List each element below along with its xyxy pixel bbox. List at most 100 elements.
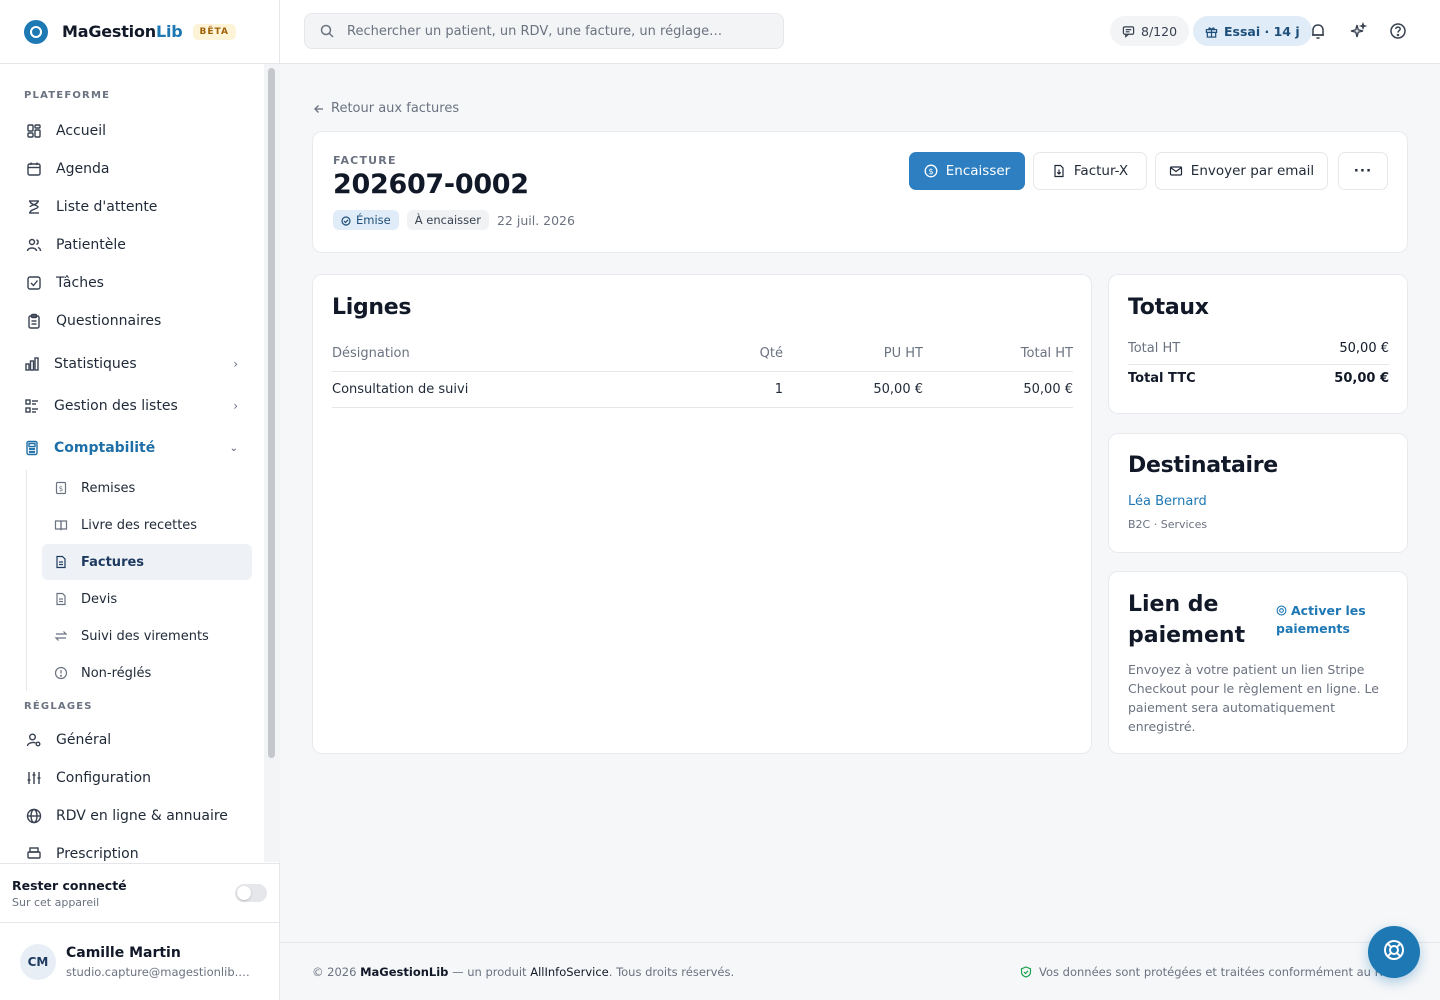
sidebar-item-configuration[interactable]: Configuration xyxy=(0,759,264,797)
quota-badge[interactable]: 8/120 xyxy=(1110,16,1190,46)
sidebar-item-agenda[interactable]: Agenda xyxy=(0,150,264,188)
col-unit-price: PU HT xyxy=(783,343,923,372)
alert-circle-icon xyxy=(54,666,68,680)
subitem-label: Suivi des virements xyxy=(81,628,209,644)
sidebar-item-accueil[interactable]: Accueil xyxy=(0,112,264,150)
sidebar-item-online-booking[interactable]: RDV en ligne & annuaire xyxy=(0,797,264,835)
invoice-header-card: FACTURE 202607-0002 Émise À encaisser 22… xyxy=(312,131,1408,253)
subitem-label: Remises xyxy=(81,480,136,496)
mail-icon xyxy=(1169,164,1183,178)
payment-link-card: Lien de paiement Activer les paiements E… xyxy=(1108,571,1408,754)
sidebar-item-accounting[interactable]: Comptabilité ⌄ xyxy=(0,429,264,467)
recipient-card: Destinataire Léa Bernard B2C · Services xyxy=(1108,433,1408,553)
sidebar-item-statistics[interactable]: Statistiques › xyxy=(0,345,264,383)
back-label: Retour aux factures xyxy=(331,101,460,116)
cell-total: 50,00 € xyxy=(923,371,1073,408)
transfer-icon xyxy=(54,629,68,643)
globe-icon xyxy=(26,808,42,824)
subitem-label: Devis xyxy=(81,591,118,607)
sidebar-item-label: RDV en ligne & annuaire xyxy=(56,808,228,824)
print-icon xyxy=(26,846,42,862)
more-actions-button[interactable]: ··· xyxy=(1338,152,1388,190)
table-row[interactable]: Consultation de suivi 1 50,00 € 50,00 € xyxy=(332,371,1073,408)
file-icon xyxy=(54,592,68,606)
invoice-label: FACTURE xyxy=(333,154,397,167)
sparkles-icon[interactable] xyxy=(1349,21,1368,40)
brand[interactable]: MaGestionLib BÊTA xyxy=(0,0,279,64)
col-total: Total HT xyxy=(923,343,1073,372)
status-badge: Émise xyxy=(333,210,399,230)
collect-button[interactable]: $ Encaisser xyxy=(909,152,1025,190)
invoice-number: 202607-0002 xyxy=(333,169,529,200)
calculator-icon xyxy=(24,440,40,456)
sidebar-item-label: Accueil xyxy=(56,123,106,139)
activate-payments-link[interactable]: Activer les paiements xyxy=(1276,602,1386,638)
send-email-button[interactable]: Envoyer par email xyxy=(1155,152,1328,190)
search-input[interactable] xyxy=(347,23,767,39)
sidebar-item-label: Comptabilité xyxy=(54,440,156,456)
book-icon xyxy=(54,518,68,532)
user-profile[interactable]: CM Camille Martin studio.capture@magesti… xyxy=(0,924,280,1000)
user-name: Camille Martin xyxy=(66,945,181,961)
col-qty: Qté xyxy=(712,343,783,372)
receipt-icon: $ xyxy=(54,481,68,495)
sidebar-item-tasks[interactable]: Tâches xyxy=(0,264,264,302)
cell-unit-price: 50,00 € xyxy=(783,371,923,408)
dollar-circle-icon: $ xyxy=(924,164,938,178)
sidebar-item-label: Prescription xyxy=(56,846,139,862)
sidebar-item-waitlist[interactable]: Liste d'attente xyxy=(0,188,264,226)
trial-badge[interactable]: Essai · 14 j xyxy=(1193,16,1312,46)
sidebar-scrollbar[interactable] xyxy=(264,64,280,862)
stay-connected: Rester connecté Sur cet appareil xyxy=(0,863,280,923)
avatar: CM xyxy=(20,944,56,980)
file-icon xyxy=(54,555,68,569)
support-button[interactable] xyxy=(1368,926,1420,978)
scrollbar-thumb[interactable] xyxy=(268,68,275,758)
cell-designation: Consultation de suivi xyxy=(332,371,712,408)
main-content: Retour aux factures FACTURE 202607-0002 … xyxy=(280,64,1440,942)
sidebar-item-label: Patientèle xyxy=(56,237,126,253)
search-bar[interactable] xyxy=(304,13,784,49)
table-header-row: Désignation Qté PU HT Total HT xyxy=(332,343,1073,372)
sidebar-item-patients[interactable]: Patientèle xyxy=(0,226,264,264)
sidebar-subitem-livre[interactable]: Livre des recettes xyxy=(42,507,252,543)
back-link[interactable]: Retour aux factures xyxy=(313,101,459,116)
bell-icon[interactable] xyxy=(1309,22,1327,40)
facturx-button[interactable]: Factur-X xyxy=(1033,152,1147,190)
gift-icon xyxy=(1205,25,1218,38)
sidebar-subitem-remises[interactable]: $ Remises xyxy=(42,470,252,506)
search-icon xyxy=(319,23,335,39)
sidebar-subitem-devis[interactable]: Devis xyxy=(42,581,252,617)
stay-connected-toggle[interactable] xyxy=(235,884,267,902)
check-circle-icon xyxy=(341,215,351,226)
totals-card: Totaux Total HT 50,00 € Total TTC 50,00 … xyxy=(1108,274,1408,414)
sidebar-item-prescription[interactable]: Prescription xyxy=(0,835,264,862)
user-gear-icon xyxy=(26,732,42,748)
sidebar-item-general[interactable]: Général xyxy=(0,721,264,759)
payment-status-badge: À encaisser xyxy=(406,210,489,230)
company-link[interactable]: AllInfoService xyxy=(530,965,609,979)
section-title-platform: PLATEFORME xyxy=(24,90,111,101)
sidebar-item-lists[interactable]: Gestion des listes › xyxy=(0,387,264,425)
arrow-left-icon xyxy=(313,103,325,115)
sidebar-item-label: Agenda xyxy=(56,161,110,177)
sliders-icon xyxy=(26,770,42,786)
shield-check-icon xyxy=(1020,966,1032,978)
sidebar-item-questionnaires[interactable]: Questionnaires xyxy=(0,302,264,340)
sidebar-subitem-factures[interactable]: Factures xyxy=(42,544,252,580)
help-icon[interactable] xyxy=(1389,22,1407,40)
checkbox-icon xyxy=(26,275,42,291)
subitem-label: Factures xyxy=(81,554,145,570)
stay-connected-subtitle: Sur cet appareil xyxy=(12,896,100,909)
sidebar-subitem-nonregles[interactable]: Non-réglés xyxy=(42,655,252,691)
recipient-meta: B2C · Services xyxy=(1128,518,1208,531)
footer-privacy: Vos données sont protégées et traitées c… xyxy=(1020,965,1407,979)
file-download-icon xyxy=(1052,164,1066,178)
totals-title: Totaux xyxy=(1128,295,1209,320)
message-icon xyxy=(1122,25,1135,38)
sidebar-subitem-virements[interactable]: Suivi des virements xyxy=(42,618,252,654)
settings-icon xyxy=(1276,605,1287,616)
recipient-name-link[interactable]: Léa Bernard xyxy=(1128,494,1207,509)
sidebar-nav: PLATEFORME Accueil Agenda Liste d'attent… xyxy=(0,64,264,862)
chart-icon xyxy=(24,356,40,372)
